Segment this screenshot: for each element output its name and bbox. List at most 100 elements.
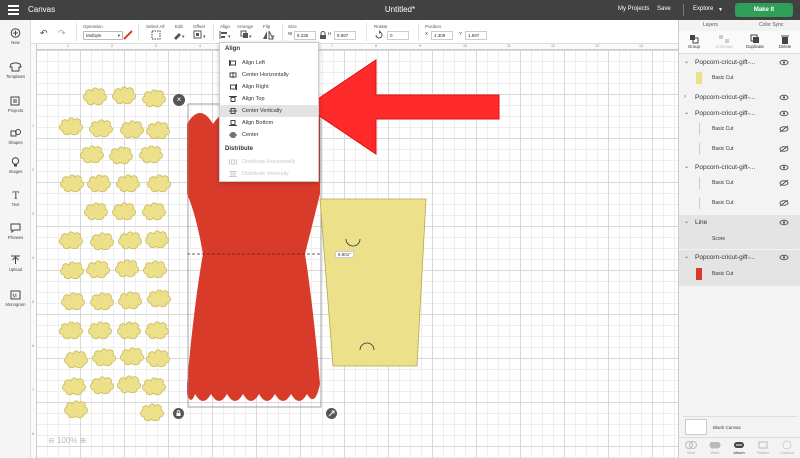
- undo-icon[interactable]: ↶: [40, 28, 48, 39]
- flatten-icon: [758, 441, 768, 449]
- tab-layers[interactable]: Layers: [703, 22, 718, 28]
- ungroup-icon: [719, 35, 729, 43]
- sidebar-item-text[interactable]: T Text: [0, 190, 31, 207]
- edit-toolbar: ↶ ↷ Operation Multiple ▾ Select All Edit…: [0, 20, 678, 44]
- make-it-button[interactable]: Make It: [735, 3, 793, 17]
- layer-group[interactable]: ⌄ Popcorn-cricut-gift-...: [679, 57, 800, 68]
- layer-item[interactable]: Basic Cut: [679, 69, 800, 87]
- arrange-icon[interactable]: ▾: [240, 30, 254, 40]
- rotate-input[interactable]: 0: [387, 31, 409, 40]
- dimension-label: 8.901": [335, 251, 354, 258]
- group-button[interactable]: Group: [680, 34, 708, 49]
- text-icon: T: [13, 191, 20, 200]
- chevron-down-icon[interactable]: ⌄: [684, 57, 689, 68]
- svg-text:T: T: [13, 191, 20, 200]
- eye-icon[interactable]: [779, 92, 789, 103]
- slice-button[interactable]: Slice: [679, 440, 703, 455]
- eye-hidden-icon[interactable]: [779, 194, 789, 212]
- delete-button[interactable]: Delete: [771, 34, 799, 49]
- blank-canvas-item[interactable]: Blank Canvas: [683, 416, 797, 438]
- sidebar-item-phrases[interactable]: Phrases: [0, 223, 31, 240]
- chevron-down-icon[interactable]: ⌄: [684, 217, 689, 228]
- menu-icon[interactable]: [8, 5, 19, 17]
- duplicate-button[interactable]: Duplicate: [741, 34, 769, 49]
- chevron-down-icon[interactable]: ⌄: [684, 162, 689, 173]
- sidebar-item-projects[interactable]: Projects: [0, 96, 31, 113]
- flatten-button[interactable]: Flatten: [751, 440, 775, 455]
- close-icon[interactable]: ×: [173, 94, 185, 106]
- chevron-down-icon[interactable]: ⌄: [684, 108, 689, 119]
- sidebar-item-monogram[interactable]: M Monogram: [0, 290, 31, 307]
- weld-button[interactable]: Weld: [703, 440, 727, 455]
- design-canvas[interactable]: ×: [31, 44, 678, 458]
- layer-group[interactable]: › Popcorn-cricut-gift-...: [679, 92, 800, 103]
- center-option[interactable]: Center: [220, 129, 318, 141]
- svg-text:M: M: [13, 294, 17, 300]
- layer-item[interactable]: Basic Cut: [679, 140, 800, 158]
- eye-icon[interactable]: [779, 108, 789, 119]
- sidebar-item-new[interactable]: New: [0, 28, 31, 45]
- eye-hidden-icon[interactable]: [779, 120, 789, 138]
- pen-color-icon[interactable]: [123, 30, 133, 40]
- ruler-left: 1 2 3 4 5 6 7 8: [31, 44, 37, 458]
- sidebar-item-shapes[interactable]: Shapes: [0, 128, 31, 145]
- eye-icon[interactable]: [779, 217, 789, 228]
- sidebar-item-templates[interactable]: Templates: [0, 62, 31, 79]
- layer-item[interactable]: Basic Cut: [679, 265, 800, 283]
- chevron-down-icon[interactable]: ⌄: [684, 252, 689, 263]
- layer-group[interactable]: ⌄ Popcorn-cricut-gift-...: [679, 252, 800, 263]
- eye-icon[interactable]: [779, 162, 789, 173]
- center-vertically-option[interactable]: Center Vertically: [220, 105, 318, 117]
- height-input[interactable]: 8.987: [334, 31, 356, 40]
- lock-icon[interactable]: [173, 408, 184, 419]
- explore-menu[interactable]: Explore: [693, 6, 713, 12]
- align-top-icon: [229, 96, 237, 102]
- layer-item[interactable]: Score: [679, 230, 800, 248]
- align-right-option[interactable]: Align Right: [220, 81, 318, 93]
- align-label: Align: [220, 24, 231, 29]
- layer-group-line[interactable]: ⌄ Line: [679, 217, 800, 228]
- flip-icon[interactable]: ▾: [262, 30, 276, 40]
- sidebar-item-upload[interactable]: Upload: [0, 255, 31, 272]
- align-bottom-option[interactable]: Align Bottom: [220, 117, 318, 129]
- save-link[interactable]: Save: [657, 6, 671, 12]
- eye-icon[interactable]: [779, 252, 789, 263]
- align-top-option[interactable]: Align Top: [220, 93, 318, 105]
- layer-group[interactable]: ⌄ Popcorn-cricut-gift-...: [679, 162, 800, 173]
- divider: [683, 4, 684, 16]
- redo-icon[interactable]: ↷: [58, 28, 66, 39]
- operation-select[interactable]: Multiple ▾: [83, 31, 123, 40]
- distribute-vertically-option[interactable]: Distribute Vertically: [220, 168, 318, 180]
- eye-hidden-icon[interactable]: [779, 140, 789, 158]
- popcorn-pieces: [59, 86, 171, 422]
- center-horizontally-option[interactable]: Center Horizontally: [220, 69, 318, 81]
- layer-item[interactable]: Basic Cut: [679, 194, 800, 212]
- document-title[interactable]: Untitled*: [385, 5, 415, 14]
- align-header: Align: [225, 46, 240, 52]
- select-all-icon[interactable]: [151, 30, 161, 40]
- contour-button[interactable]: Contour: [775, 440, 799, 455]
- attach-button[interactable]: Attach: [727, 440, 751, 455]
- layer-item[interactable]: Basic Cut: [679, 120, 800, 138]
- lock-icon[interactable]: [319, 31, 327, 40]
- ungroup-button[interactable]: UnGroup: [710, 34, 738, 49]
- chevron-right-icon[interactable]: ›: [684, 92, 686, 103]
- x-position-input[interactable]: 4.309: [431, 31, 453, 40]
- align-icon[interactable]: ▾: [219, 30, 233, 40]
- zoom-control[interactable]: ⊖ 100% ⊕: [48, 435, 86, 447]
- align-left-option[interactable]: Align Left: [220, 57, 318, 69]
- width-input[interactable]: 8.335: [294, 31, 316, 40]
- offset-icon[interactable]: ▾: [193, 30, 207, 40]
- lightbulb-icon: [11, 157, 20, 167]
- eye-icon[interactable]: [779, 57, 789, 68]
- layer-item[interactable]: Basic Cut: [679, 174, 800, 192]
- layer-group[interactable]: ⌄ Popcorn-cricut-gift-...: [679, 108, 800, 119]
- y-position-input[interactable]: 1.597: [465, 31, 487, 40]
- edit-icon[interactable]: ▾: [172, 30, 186, 40]
- sidebar-item-images[interactable]: Images: [0, 157, 31, 174]
- tab-color-sync[interactable]: Color Sync: [759, 22, 783, 28]
- distribute-horizontally-option[interactable]: Distribute Horizontally: [220, 156, 318, 168]
- resize-icon[interactable]: [326, 408, 337, 419]
- my-projects-link[interactable]: My Projects: [618, 6, 649, 12]
- eye-hidden-icon[interactable]: [779, 174, 789, 192]
